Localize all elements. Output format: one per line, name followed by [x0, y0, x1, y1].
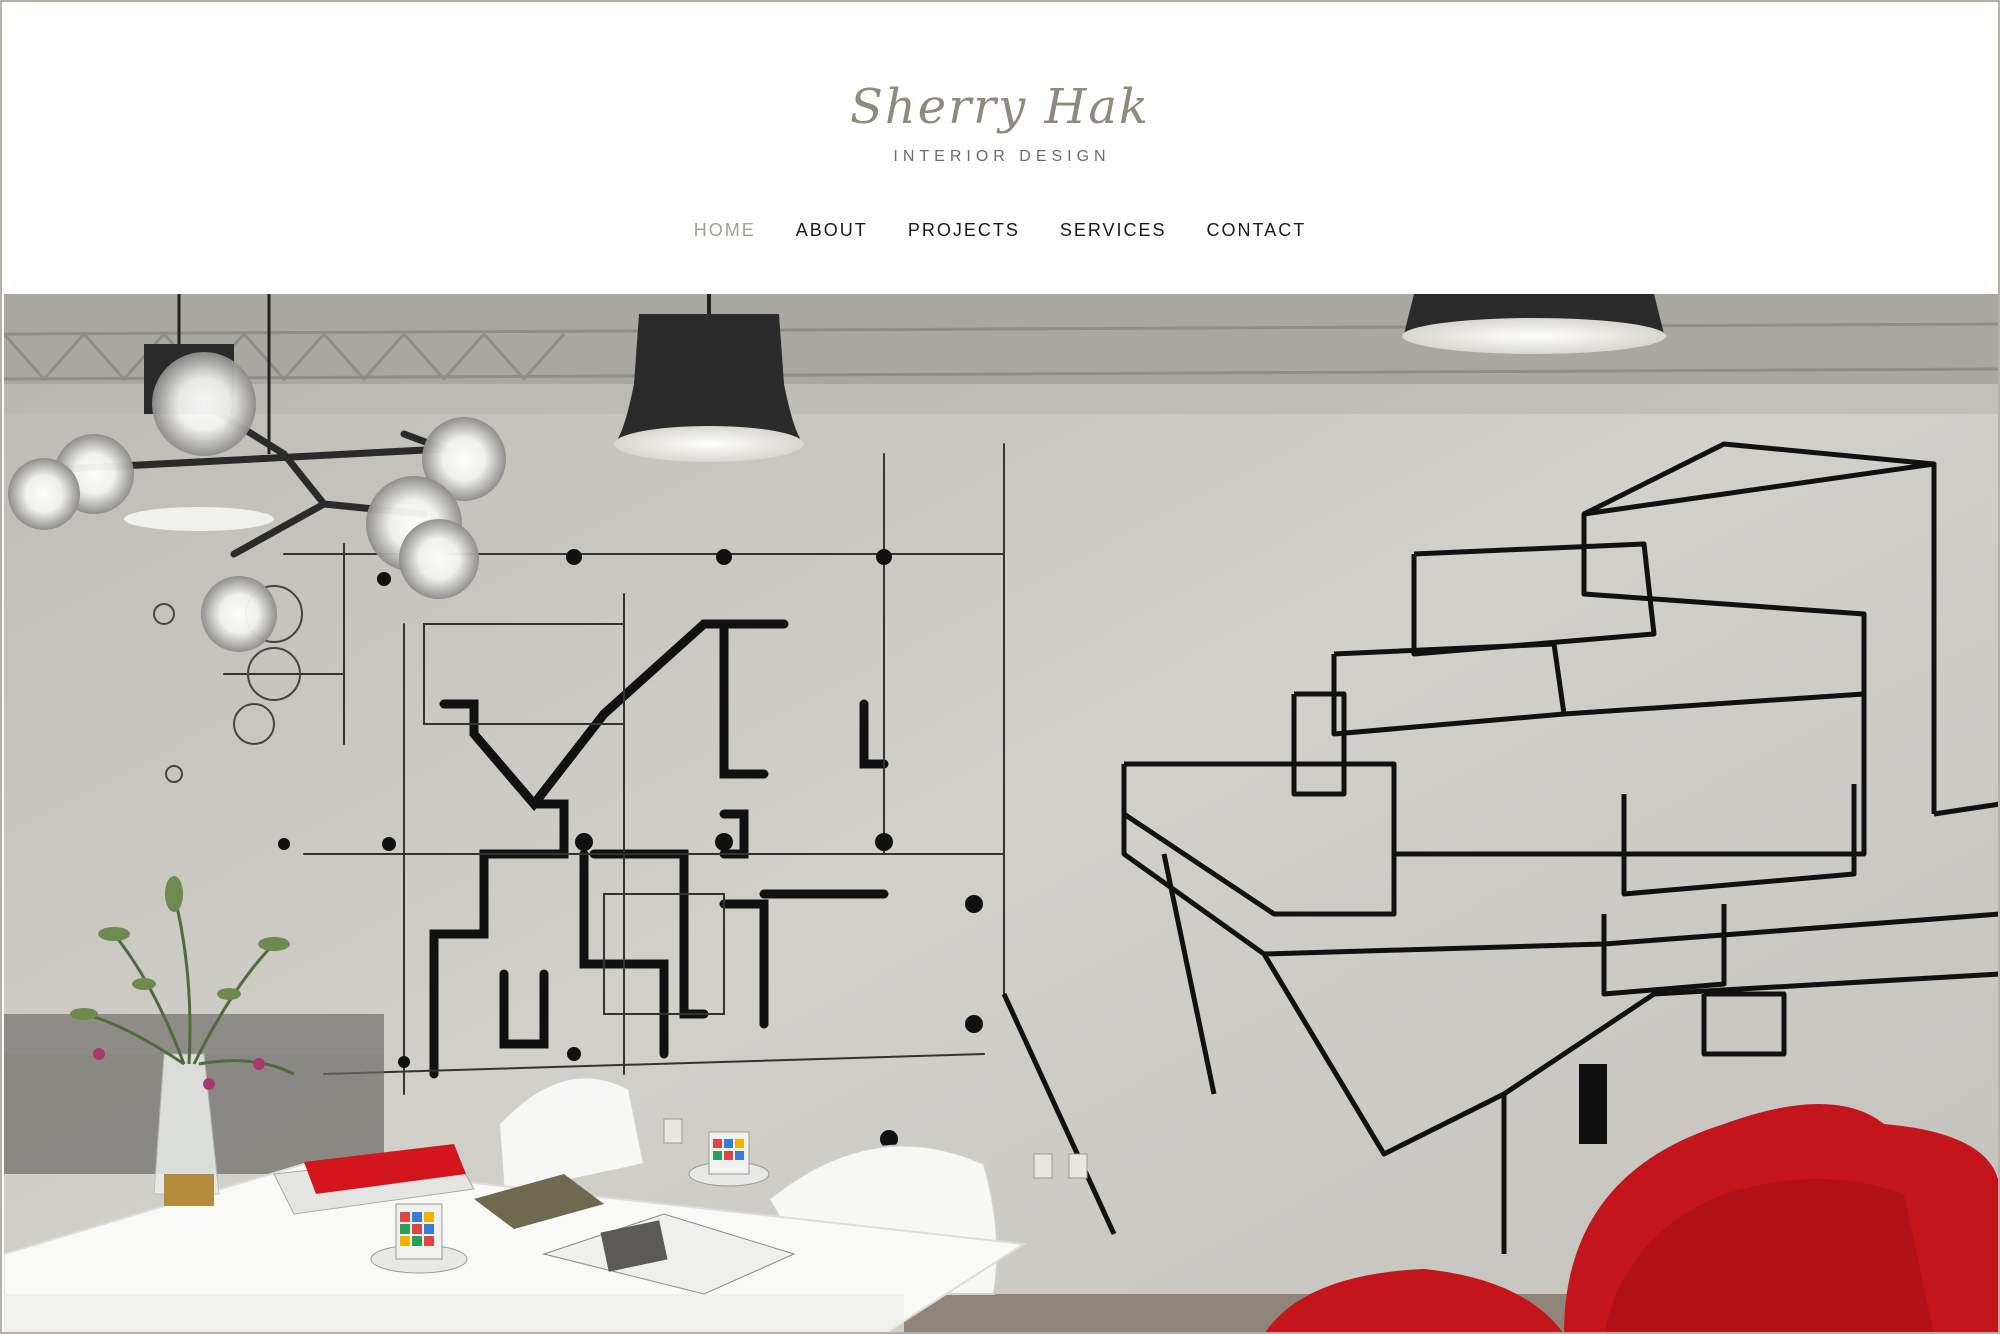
nav-link-services[interactable]: SERVICES [1060, 220, 1167, 240]
site-logo[interactable]: Sherry Hak INTERIOR DESIGN [2, 72, 1998, 166]
building-door [1579, 1064, 1607, 1144]
ceiling-shadow [4, 384, 1998, 414]
nav-item-contact: CONTACT [1207, 220, 1307, 241]
logo-subtitle: INTERIOR DESIGN [893, 148, 1111, 165]
logo-script: Sherry Hak [849, 79, 1151, 135]
hero-illustration [4, 294, 1998, 1332]
nav-link-about[interactable]: ABOUT [796, 220, 868, 240]
nav-item-projects: PROJECTS [908, 220, 1020, 241]
main-nav: HOME ABOUT PROJECTS SERVICES CONTACT [2, 220, 1998, 241]
site-header: Sherry Hak INTERIOR DESIGN HOME ABOUT PR… [2, 2, 1998, 294]
wall-outlet-3 [1068, 1153, 1088, 1179]
nav-item-services: SERVICES [1060, 220, 1167, 241]
back-counter [4, 1014, 384, 1054]
wall-outlet-1 [663, 1118, 683, 1144]
wall-outlet-2 [1033, 1153, 1053, 1179]
nav-link-home[interactable]: HOME [694, 220, 756, 240]
nav-item-about: ABOUT [796, 220, 868, 241]
pendant-lamp-right [1402, 294, 1666, 354]
nav-link-projects[interactable]: PROJECTS [908, 220, 1020, 240]
hero-image [4, 294, 1998, 1332]
pendant-lamp-center [614, 294, 804, 462]
table-edge [4, 1294, 904, 1332]
nav-item-home: HOME [694, 220, 756, 241]
nav-link-contact[interactable]: CONTACT [1207, 220, 1307, 240]
page-frame: Sherry Hak INTERIOR DESIGN HOME ABOUT PR… [0, 0, 2000, 1334]
